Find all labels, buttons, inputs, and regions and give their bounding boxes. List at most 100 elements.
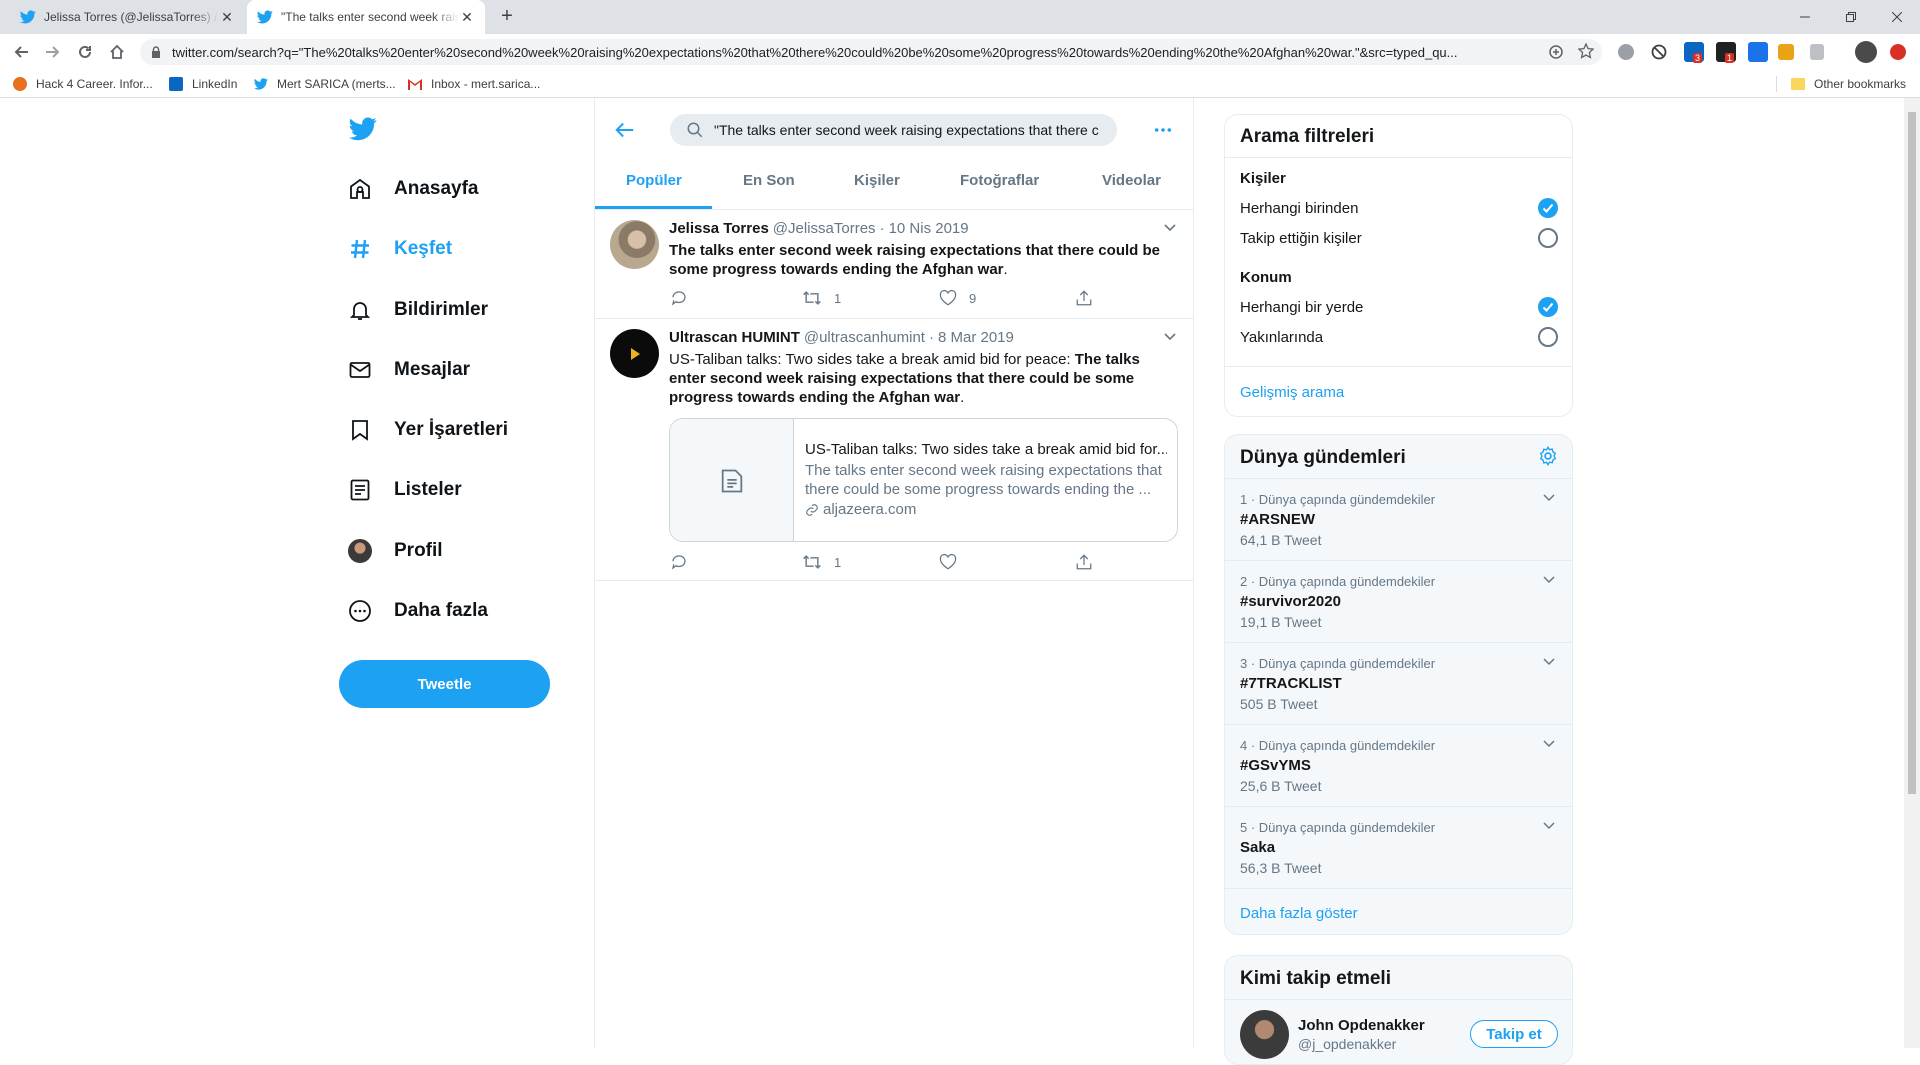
nav-item-more[interactable]: Daha fazla bbox=[346, 591, 488, 631]
scrollbar[interactable] bbox=[1904, 98, 1920, 1048]
block-icon[interactable] bbox=[1651, 44, 1667, 60]
checkbox-checked-icon[interactable] bbox=[1538, 198, 1558, 218]
filter-section-location: Konum bbox=[1240, 269, 1292, 286]
follow-user-name[interactable]: John Opdenakker bbox=[1298, 1017, 1425, 1034]
forward-button[interactable] bbox=[41, 40, 65, 64]
new-tab-button[interactable]: + bbox=[497, 6, 517, 27]
tweet-button[interactable]: Tweetle bbox=[339, 660, 550, 708]
twitter-logo-icon[interactable] bbox=[349, 117, 377, 141]
tweet-date[interactable]: 10 Nis 2019 bbox=[889, 220, 969, 237]
close-icon[interactable]: ✕ bbox=[219, 9, 235, 25]
tab-photos[interactable]: Fotoğraflar bbox=[960, 172, 1039, 189]
follow-user-handle: @j_opdenakker bbox=[1298, 1036, 1397, 1052]
filter-option[interactable]: Herhangi bir yerde bbox=[1240, 299, 1363, 316]
tab-videos[interactable]: Videolar bbox=[1102, 172, 1161, 189]
avatar[interactable] bbox=[610, 329, 659, 378]
tab-people[interactable]: Kişiler bbox=[854, 172, 900, 189]
nav-item-lists[interactable]: Listeler bbox=[346, 470, 462, 510]
link-card[interactable]: US-Taliban talks: Two sides take a break… bbox=[669, 418, 1178, 542]
other-bookmarks[interactable]: Other bookmarks bbox=[1790, 75, 1906, 93]
checkbox-checked-icon[interactable] bbox=[1538, 297, 1558, 317]
follow-button[interactable]: Takip et bbox=[1470, 1020, 1558, 1048]
radio-unchecked-icon[interactable] bbox=[1538, 327, 1558, 347]
nav-item-messages[interactable]: Mesajlar bbox=[346, 350, 470, 390]
share-button[interactable] bbox=[1075, 289, 1093, 307]
divider bbox=[1776, 76, 1777, 92]
browser-tab-active[interactable]: "The talks enter second week raising exp… bbox=[247, 0, 485, 34]
trend-name: #ARSNEW bbox=[1240, 511, 1316, 528]
show-more-link[interactable]: Daha fazla göster bbox=[1240, 905, 1358, 922]
reply-button[interactable] bbox=[670, 289, 688, 307]
retweet-button[interactable]: 1 bbox=[802, 553, 841, 571]
tweet-author-name[interactable]: Jelissa Torres bbox=[669, 220, 769, 237]
like-button[interactable]: 9 bbox=[939, 289, 976, 307]
filter-option[interactable]: Herhangi birinden bbox=[1240, 200, 1358, 217]
chevron-down-icon[interactable] bbox=[1163, 332, 1177, 342]
back-button[interactable] bbox=[9, 40, 33, 64]
radio-unchecked-icon[interactable] bbox=[1538, 228, 1558, 248]
filter-option[interactable]: Takip ettiğin kişiler bbox=[1240, 230, 1362, 247]
nav-item-bookmarks[interactable]: Yer İşaretleri bbox=[346, 410, 508, 450]
chevron-down-icon[interactable] bbox=[1163, 223, 1177, 233]
close-window-button[interactable] bbox=[1874, 0, 1920, 34]
browser-tab[interactable]: Jelissa Torres (@JelissaTorres) / Twitte… bbox=[10, 0, 245, 34]
twitter-bird-icon bbox=[257, 10, 273, 24]
chevron-down-icon[interactable] bbox=[1543, 740, 1555, 748]
reload-button[interactable] bbox=[73, 40, 97, 64]
bookmark-item[interactable]: Mert SARICA (merts... bbox=[253, 75, 396, 93]
gear-icon[interactable] bbox=[1537, 445, 1559, 467]
star-icon[interactable] bbox=[1578, 43, 1594, 59]
bookmark-item[interactable]: Hack 4 Career. Infor... bbox=[12, 75, 153, 93]
url-text[interactable]: twitter.com/search?q="The%20talks%20ente… bbox=[172, 45, 1532, 60]
scrollbar-thumb[interactable] bbox=[1908, 112, 1916, 794]
avatar-icon bbox=[346, 537, 374, 565]
home-button[interactable] bbox=[105, 40, 129, 64]
nav-item-home[interactable]: Anasayfa bbox=[346, 169, 479, 209]
trend-meta: 5 · Dünya çapında gündemdekiler bbox=[1240, 820, 1436, 835]
back-arrow-icon[interactable] bbox=[614, 119, 636, 141]
chevron-down-icon[interactable] bbox=[1543, 658, 1555, 666]
nav-item-explore[interactable]: Keşfet bbox=[346, 229, 452, 269]
chevron-down-icon[interactable] bbox=[1543, 576, 1555, 584]
minimize-button[interactable] bbox=[1782, 0, 1828, 34]
skype-extension-icon[interactable] bbox=[1748, 42, 1768, 62]
filter-option[interactable]: Yakınlarında bbox=[1240, 329, 1323, 346]
chevron-down-icon[interactable] bbox=[1543, 494, 1555, 502]
close-icon[interactable]: ✕ bbox=[459, 9, 475, 25]
retweet-count: 1 bbox=[834, 554, 842, 570]
share-icon bbox=[1076, 290, 1092, 306]
tab-popular[interactable]: Popüler bbox=[626, 172, 682, 189]
restore-button[interactable] bbox=[1828, 0, 1874, 34]
tweet-handle[interactable]: @ultrascanhumint bbox=[804, 329, 925, 346]
avatar[interactable] bbox=[610, 220, 659, 269]
advanced-search-link[interactable]: Gelişmiş arama bbox=[1240, 384, 1344, 401]
extension-icon[interactable] bbox=[1618, 44, 1634, 60]
bookmark-item[interactable]: Inbox - mert.sarica... bbox=[407, 75, 540, 93]
avatar[interactable] bbox=[1240, 1010, 1289, 1059]
share-button[interactable] bbox=[1075, 553, 1093, 571]
reply-button[interactable] bbox=[670, 553, 688, 571]
update-icon[interactable] bbox=[1890, 44, 1906, 60]
zoom-icon[interactable] bbox=[1548, 44, 1564, 60]
trend-meta: 1 · Dünya çapında gündemdekiler bbox=[1240, 492, 1436, 507]
retweet-button[interactable]: 1 bbox=[802, 289, 841, 307]
card-domain-text: aljazeera.com bbox=[823, 501, 917, 518]
tab-latest[interactable]: En Son bbox=[743, 172, 795, 189]
tweet-author-name[interactable]: Ultrascan HUMINT bbox=[669, 329, 800, 346]
nav-item-notifications[interactable]: Bildirimler bbox=[346, 290, 488, 330]
profile-avatar[interactable] bbox=[1855, 41, 1877, 63]
tweet-handle[interactable]: @JelissaTorres bbox=[773, 220, 876, 237]
heart-icon bbox=[939, 289, 957, 306]
chevron-down-icon[interactable] bbox=[1543, 822, 1555, 830]
extension-icon[interactable] bbox=[1778, 44, 1794, 60]
bookmark-item[interactable]: LinkedIn bbox=[168, 75, 237, 93]
search-input[interactable]: "The talks enter second week raising exp… bbox=[670, 114, 1117, 146]
like-button[interactable] bbox=[939, 553, 957, 571]
nav-item-profile[interactable]: Profil bbox=[346, 531, 443, 571]
divider bbox=[1225, 999, 1572, 1000]
more-options-icon[interactable] bbox=[1152, 121, 1174, 139]
shield-extension-icon[interactable] bbox=[1810, 44, 1824, 60]
tweet-date[interactable]: 8 Mar 2019 bbox=[938, 329, 1014, 346]
reply-icon bbox=[672, 291, 686, 306]
trend-count: 25,6 B Tweet bbox=[1240, 778, 1322, 794]
